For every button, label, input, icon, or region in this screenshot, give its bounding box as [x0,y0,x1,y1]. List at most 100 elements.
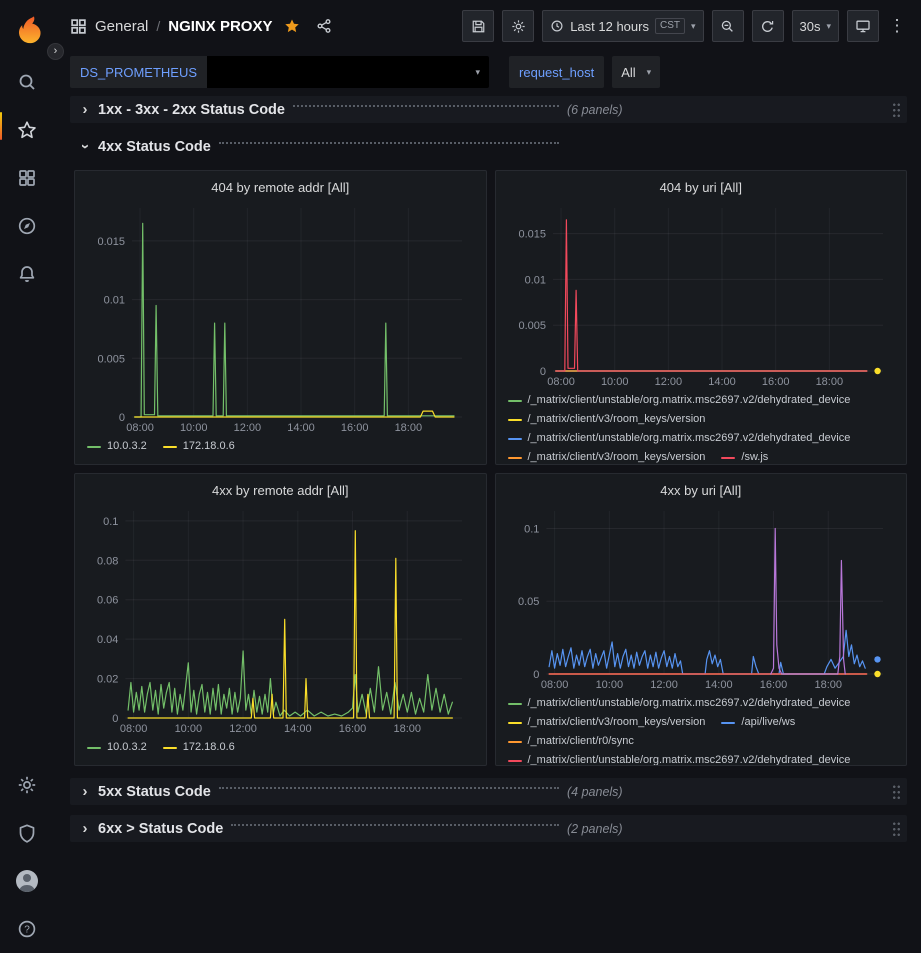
row-drag-handle[interactable] [892,821,901,837]
refresh-button[interactable] [752,10,784,42]
legend-swatch [508,760,522,762]
share-dashboard-button[interactable] [316,18,332,34]
row-5xx[interactable]: › 5xx Status Code (4 panels) [70,778,907,805]
help-icon: ? [17,919,37,939]
breadcrumb-folder[interactable]: General [95,18,148,35]
caret-down-icon: ▾ [476,68,481,77]
panel-title[interactable]: 404 by remote addr [All] [87,177,474,199]
time-range-picker[interactable]: Last 12 hours CST ▾ [542,10,703,42]
svg-text:0.08: 0.08 [97,555,118,567]
legend-item[interactable]: 172.18.0.6 [163,738,235,757]
svg-text:0.015: 0.015 [97,236,125,248]
legend-label: 10.0.3.2 [107,437,147,456]
row-panel-count: (2 panels) [567,822,623,836]
sidebar-item-search[interactable] [0,58,54,106]
dashboard-settings-button[interactable] [502,10,534,42]
panel-legend: /_matrix/client/unstable/org.matrix.msc2… [508,692,895,766]
share-icon [316,18,332,34]
svg-text:16:00: 16:00 [339,723,367,735]
active-section-indicator [0,112,2,140]
svg-text:10:00: 10:00 [180,422,208,434]
page-title[interactable]: NGINX PROXY [168,18,272,35]
shield-icon [17,823,37,843]
sidebar-item-server-admin[interactable] [0,809,54,857]
legend-item[interactable]: 172.18.0.6 [163,437,235,456]
svg-text:16:00: 16:00 [761,376,789,388]
legend-item[interactable]: /_matrix/client/unstable/org.matrix.msc2… [508,751,851,766]
legend-item[interactable]: /_matrix/client/v3/room_keys/version [508,448,706,465]
row-4xx[interactable]: › 4xx Status Code [70,133,907,160]
grafana-logo[interactable] [0,0,54,58]
row-header: › 6xx > Status Code [70,820,567,837]
timezone-badge: CST [655,18,685,34]
panel-grid: 404 by remote addr [All] 00.0050.010.015… [74,170,907,766]
save-dashboard-button[interactable] [462,10,494,42]
sidebar-item-dashboards[interactable] [0,154,54,202]
legend-item[interactable]: /_matrix/client/r0/sync [508,732,634,751]
monitor-icon [855,18,871,34]
svg-text:0.05: 0.05 [517,596,538,608]
svg-text:14:00: 14:00 [287,422,315,434]
svg-text:?: ? [24,925,30,936]
legend-item[interactable]: /_matrix/client/unstable/org.matrix.msc2… [508,694,851,713]
panel-404-by-uri: 404 by uri [All] 00.0050.010.01508:0010:… [495,170,908,465]
row-dotted-leader [293,105,559,107]
legend-item[interactable]: /_matrix/client/v3/room_keys/version [508,410,706,429]
svg-text:0.005: 0.005 [518,320,546,332]
svg-text:14:00: 14:00 [708,376,736,388]
legend-item[interactable]: /api/live/ws [721,713,795,732]
panel-4xx-by-uri: 4xx by uri [All] 00.050.108:0010:0012:00… [495,473,908,766]
legend-swatch [508,457,522,459]
refresh-interval-picker[interactable]: 30s ▾ [792,10,840,42]
legend-label: /_matrix/client/v3/room_keys/version [528,410,706,429]
row-panel-count: (4 panels) [567,785,623,799]
search-icon [17,72,37,92]
sidebar-item-alerting[interactable] [0,250,54,298]
panel-title[interactable]: 4xx by uri [All] [508,480,895,502]
row-header: › 1xx - 3xx - 2xx Status Code [70,101,567,118]
svg-text:0: 0 [533,669,539,681]
chart-canvas: 00.020.040.060.080.108:0010:0012:0014:00… [87,502,474,736]
favorite-star-button[interactable] [284,18,300,34]
svg-text:0.005: 0.005 [97,353,125,365]
legend-swatch [721,457,735,459]
more-options-button[interactable]: ⋮ [887,10,907,42]
sidebar-item-profile[interactable] [0,857,54,905]
legend-item[interactable]: 10.0.3.2 [87,437,147,456]
sidebar-item-explore[interactable] [0,202,54,250]
legend-item[interactable]: /sw.js [721,448,768,465]
legend-swatch [508,419,522,421]
row-drag-handle[interactable] [892,784,901,800]
legend-item[interactable]: /_matrix/client/v3/room_keys/version [508,713,706,732]
timeseries-chart[interactable]: 00.0050.010.01508:0010:0012:0014:0016:00… [508,199,895,389]
timeseries-chart[interactable]: 00.050.108:0010:0012:0014:0016:0018:00 [508,502,895,692]
variable-value-request-host[interactable]: All ▾ [612,56,660,88]
legend-item[interactable]: /_matrix/client/unstable/org.matrix.msc2… [508,391,851,410]
panel-title[interactable]: 404 by uri [All] [508,177,895,199]
sidebar-item-configuration[interactable] [0,761,54,809]
legend-label: 172.18.0.6 [183,437,235,456]
sidebar-item-starred[interactable] [0,106,54,154]
sidebar-item-help[interactable]: ? [0,905,54,953]
row-drag-handle[interactable] [892,102,901,118]
row-header: › 5xx Status Code [70,783,567,800]
tv-mode-button[interactable] [847,10,879,42]
zoom-out-time-button[interactable] [712,10,744,42]
legend-label: /_matrix/client/v3/room_keys/version [528,713,706,732]
legend-item[interactable]: /_matrix/client/unstable/org.matrix.msc2… [508,429,851,448]
timeseries-chart[interactable]: 00.0050.010.01508:0010:0012:0014:0016:00… [87,199,474,435]
variable-value-ds[interactable]: ▾ [207,56,489,88]
legend-label: /_matrix/client/v3/room_keys/version [528,448,706,465]
panel-title[interactable]: 4xx by remote addr [All] [87,480,474,502]
legend-item[interactable]: 10.0.3.2 [87,738,147,757]
legend-swatch [508,741,522,743]
sidebar-expand-button[interactable]: › [47,43,64,60]
chevron-right-icon: › [76,101,94,118]
row-6xx[interactable]: › 6xx > Status Code (2 panels) [70,815,907,842]
svg-text:16:00: 16:00 [759,679,787,691]
chart-canvas: 00.0050.010.01508:0010:0012:0014:0016:00… [508,199,895,389]
row-1xx-3xx-2xx[interactable]: › 1xx - 3xx - 2xx Status Code (6 panels) [70,96,907,123]
variable-request-host: request_host All ▾ [509,56,660,88]
timeseries-chart[interactable]: 00.020.040.060.080.108:0010:0012:0014:00… [87,502,474,736]
legend-swatch [508,438,522,440]
